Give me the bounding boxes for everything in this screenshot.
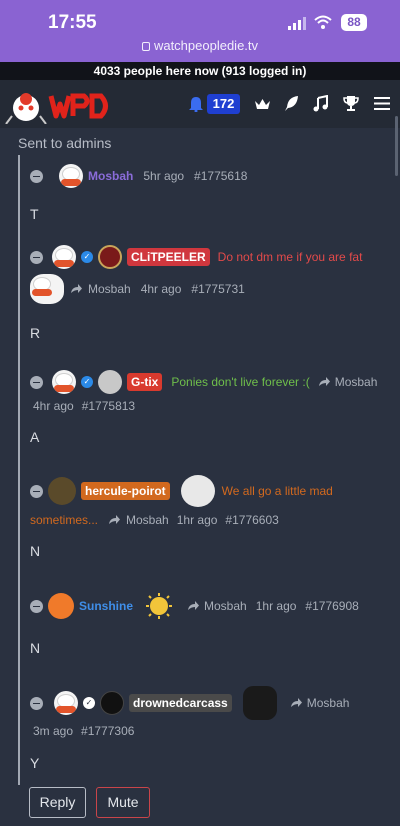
- comment-meta: 4hr ago #1775813: [33, 397, 135, 415]
- collapse-icon[interactable]: [30, 599, 43, 613]
- collapse-icon[interactable]: [30, 696, 43, 710]
- collapse-icon[interactable]: [30, 375, 43, 389]
- reply-arrow-icon: [318, 377, 330, 386]
- avatar[interactable]: [59, 164, 83, 188]
- menu-icon[interactable]: [374, 96, 390, 111]
- section-label: Sent to admins: [18, 135, 112, 151]
- collapse-icon[interactable]: [30, 169, 43, 183]
- user-status: Do not dm me if you are fat: [217, 250, 363, 264]
- url-text: watchpeopledie.tv: [153, 38, 259, 53]
- comment-id[interactable]: #1776603: [225, 513, 278, 527]
- user-avatar[interactable]: [98, 245, 122, 269]
- comment-time[interactable]: 3m ago: [33, 724, 73, 738]
- comment-body: N: [30, 543, 41, 559]
- user-status: We all go a little mad: [221, 484, 333, 498]
- reply-button[interactable]: Reply: [29, 787, 86, 818]
- wifi-icon: [314, 15, 332, 29]
- comment-header: ✓ drownedcarcass Mosbah: [30, 686, 350, 720]
- signal-icon: [288, 17, 306, 30]
- avatar[interactable]: [52, 245, 76, 269]
- reply-to-name[interactable]: Mosbah: [126, 513, 169, 527]
- user-avatar[interactable]: [48, 593, 74, 619]
- reply-to-name[interactable]: Mosbah: [88, 282, 131, 296]
- feather-icon[interactable]: [284, 95, 299, 112]
- battery-indicator: 88: [341, 14, 367, 31]
- reply-to-name[interactable]: Mosbah: [307, 696, 350, 710]
- reply-to-name[interactable]: Mosbah: [335, 375, 378, 389]
- comment-time[interactable]: 4hr ago: [33, 399, 74, 413]
- clock: 17:55: [48, 12, 97, 33]
- author-name[interactable]: hercule-poirot: [81, 482, 170, 500]
- lock-icon: [141, 42, 150, 51]
- comment-body: A: [30, 429, 40, 445]
- user-avatar[interactable]: [48, 477, 76, 505]
- avatar[interactable]: [30, 274, 64, 304]
- verified-icon: ✓: [81, 251, 93, 263]
- comment-time[interactable]: 5hr ago: [143, 169, 184, 183]
- comment-meta: sometimes... Mosbah 1hr ago #1776603: [30, 511, 279, 529]
- reply-arrow-icon: [290, 698, 302, 707]
- comment-header: hercule-poirot We all go a little mad: [30, 475, 333, 507]
- collapse-icon[interactable]: [30, 250, 43, 264]
- bell-icon[interactable]: [189, 96, 203, 112]
- comment-header: ✓ CLiTPEELER Do not dm me if you are fat: [30, 243, 362, 271]
- address-bar[interactable]: watchpeopledie.tv: [0, 38, 400, 53]
- online-banner: 4033 people here now (913 logged in): [0, 62, 400, 80]
- author-name[interactable]: G-tix: [127, 373, 163, 391]
- sun-decoration-icon: [146, 593, 173, 619]
- comment-body: R: [30, 325, 41, 341]
- comment-time[interactable]: 1hr ago: [256, 599, 297, 613]
- comment-header: Mosbah 5hr ago #1775618: [30, 162, 247, 190]
- comment-time[interactable]: 4hr ago: [141, 282, 182, 296]
- user-status: Ponies don't live forever :(: [171, 375, 310, 389]
- site-logo-icon[interactable]: [4, 86, 116, 124]
- author-name[interactable]: Sunshine: [79, 599, 133, 613]
- user-avatar[interactable]: [98, 370, 122, 394]
- verified-icon: ✓: [83, 697, 95, 709]
- thread-line[interactable]: [18, 155, 20, 785]
- creature-decoration-icon: [242, 686, 277, 720]
- trophy-icon[interactable]: [343, 95, 359, 112]
- comment-body: N: [30, 640, 41, 656]
- user-status-continued: sometimes...: [30, 513, 99, 527]
- browser-status-bar: 17:55 88 watchpeopledie.tv: [0, 0, 400, 62]
- collapse-icon[interactable]: [30, 484, 43, 498]
- user-avatar[interactable]: [100, 691, 124, 715]
- author-name[interactable]: drownedcarcass: [129, 694, 232, 712]
- comment-id[interactable]: #1776908: [305, 599, 358, 613]
- verified-icon: ✓: [81, 376, 93, 388]
- comment-id[interactable]: #1775813: [82, 399, 135, 413]
- notification-count-badge[interactable]: 172: [207, 94, 240, 114]
- page-scrollbar[interactable]: [395, 116, 398, 176]
- hat-decoration-icon: [180, 475, 215, 507]
- crown-icon[interactable]: [254, 98, 271, 111]
- avatar[interactable]: [52, 370, 76, 394]
- comment-meta: 3m ago #1777306: [33, 722, 134, 740]
- author-name[interactable]: Mosbah: [88, 169, 133, 183]
- mute-button[interactable]: Mute: [96, 787, 150, 818]
- comment-meta: Mosbah 4hr ago #1775731: [30, 274, 245, 304]
- reply-arrow-icon: [71, 284, 82, 293]
- comment-id[interactable]: #1775618: [194, 169, 247, 183]
- comment-body: T: [30, 206, 39, 222]
- comment-header: ✓ G-tix Ponies don't live forever :( Mos…: [30, 368, 377, 396]
- comment-time[interactable]: 1hr ago: [177, 513, 218, 527]
- author-name[interactable]: CLiTPEELER: [127, 248, 210, 266]
- comment-header: Sunshine Mosbah 1hr ago #1776908: [30, 592, 359, 620]
- avatar[interactable]: [54, 691, 78, 715]
- reply-to-name[interactable]: Mosbah: [204, 599, 247, 613]
- music-icon[interactable]: [313, 95, 328, 112]
- comment-id[interactable]: #1775731: [191, 282, 244, 296]
- comment-id[interactable]: #1777306: [81, 724, 134, 738]
- site-navbar: 172: [0, 80, 400, 128]
- reply-arrow-icon: [109, 515, 121, 524]
- comment-body: Y: [30, 755, 40, 771]
- reply-arrow-icon: [188, 601, 200, 610]
